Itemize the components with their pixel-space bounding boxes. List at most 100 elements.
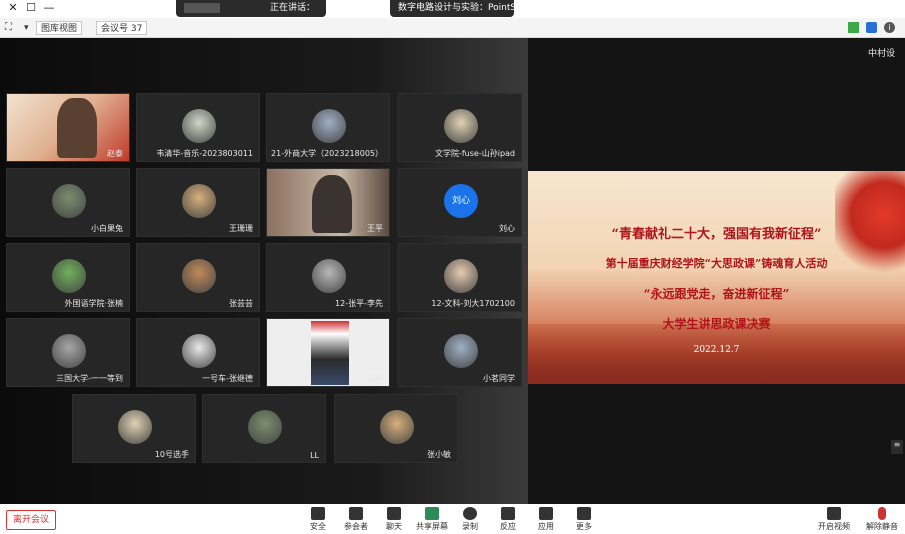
participant-name: 赵平 <box>367 374 383 383</box>
info-icon[interactable]: i <box>884 22 895 33</box>
toolbar-button-label: 安全 <box>310 522 326 531</box>
participant-tile[interactable]: 一号车-张继德 <box>136 318 260 387</box>
participant-name: 赵泰 <box>107 149 123 158</box>
participant-tile[interactable]: 外国语学院·张楠 <box>6 243 130 312</box>
participant-tile[interactable]: 王平 <box>266 168 390 237</box>
participant-name: 21-外商大学（2023218005） <box>271 149 383 158</box>
participant-name: 小白果兔 <box>91 224 123 233</box>
participants-icon <box>349 507 363 520</box>
participant-name: 三国大学-一一等到 <box>56 374 123 383</box>
unmute-button[interactable]: 解除静音 <box>864 507 900 533</box>
participant-tile[interactable]: 21-外商大学（2023218005） <box>266 93 390 162</box>
slide-date: 2022.12.7 <box>693 345 740 355</box>
participant-name: 王珊珊 <box>229 224 253 233</box>
maximize-window-icon[interactable]: ☐ <box>24 1 38 15</box>
participant-tile[interactable]: 小白果兔 <box>6 168 130 237</box>
participant-tile[interactable]: 赵泰 <box>6 93 130 162</box>
view-mode-label: 图库视图 <box>41 24 78 34</box>
participant-video <box>57 98 97 158</box>
participant-tile[interactable]: 12-张平-李先 <box>266 243 390 312</box>
toolbar-button[interactable]: 应用 <box>528 507 564 533</box>
meeting-id-box[interactable]: 会议号 37 <box>96 21 148 35</box>
participant-avatar <box>52 334 86 368</box>
participant-name: 韦清华-音乐-2023803011 <box>156 149 253 158</box>
participant-name: 小茗同学 <box>483 374 515 383</box>
minimize-window-icon[interactable]: — <box>42 1 56 15</box>
unmute-label: 解除静音 <box>866 522 898 531</box>
participant-name: 张芸芸 <box>229 299 253 308</box>
participant-tile[interactable]: 韦清华-音乐-2023803011 <box>136 93 260 162</box>
start-video-button[interactable]: 开启视频 <box>816 507 852 533</box>
participant-tile[interactable]: 张小敏 <box>334 394 458 463</box>
title-bar: ✕ ☐ — 正在讲话： 数字电路设计与实验：PointSketch 比赛直播 <box>0 0 905 18</box>
participant-tile[interactable]: 张芸芸 <box>136 243 260 312</box>
slide-title-2: 第十届重庆财经学院“大思政课”铸魂育人活动 <box>605 257 828 270</box>
participant-tile[interactable]: 文学院-fuse-山孙ipad <box>398 93 522 162</box>
participant-avatar <box>248 410 282 444</box>
participant-avatar <box>118 410 152 444</box>
speaker-indicator: 正在讲话： <box>176 0 326 17</box>
video-off-icon <box>827 507 841 520</box>
more-icon <box>577 507 591 520</box>
participant-avatar <box>182 259 216 293</box>
participant-tile[interactable]: 王珊珊 <box>136 168 260 237</box>
gallery-view: 赵泰 韦清华-音乐-2023803011 21-外商大学（2023218005） 文学… <box>0 38 536 504</box>
participant-avatar <box>312 109 346 143</box>
meeting-id-label: 会议号 37 <box>101 24 143 34</box>
participant-tile[interactable]: LL <box>202 394 326 463</box>
close-window-icon[interactable]: ✕ <box>6 1 20 15</box>
participant-avatar <box>444 259 478 293</box>
participant-tile[interactable]: 小茗同学 <box>398 318 522 387</box>
share-header-label: 中村设 <box>867 49 895 59</box>
participant-name: 张小敏 <box>427 450 451 459</box>
meeting-title-pill[interactable]: 数字电路设计与实验：PointSketch 比赛直播 <box>390 0 514 17</box>
participant-video <box>312 175 352 233</box>
view-mode-button[interactable]: 图库视图 <box>36 21 83 35</box>
participant-name: 文学院-fuse-山孙ipad <box>434 149 515 158</box>
participant-avatar <box>444 109 478 143</box>
apps-icon <box>539 507 553 520</box>
participant-tile[interactable]: 10号选手 <box>72 394 196 463</box>
participant-avatar <box>52 184 86 218</box>
speaker-thumbnail <box>184 2 220 13</box>
participant-tile[interactable]: 刘心 刘心 <box>398 168 522 237</box>
participant-avatar <box>312 259 346 293</box>
participant-tile[interactable]: 三国大学-一一等到 <box>6 318 130 387</box>
record-icon <box>463 507 477 520</box>
participant-tile[interactable]: 12-文科-刘大1702100 <box>398 243 522 312</box>
participant-name: 10号选手 <box>154 450 189 459</box>
view-dropdown-icon[interactable]: ▾ <box>24 21 29 35</box>
meeting-title: 数字电路设计与实验：PointSketch 比赛直播 <box>398 3 514 13</box>
toolbar-button[interactable]: 更多 <box>566 507 602 533</box>
shield-icon[interactable] <box>866 22 877 33</box>
signal-icon[interactable] <box>848 22 859 33</box>
toolbar-button[interactable]: 安全 <box>300 507 336 533</box>
speaker-label: 正在讲话： <box>270 3 316 13</box>
participant-avatar <box>182 184 216 218</box>
participant-tile[interactable]: 赵平 <box>266 318 390 387</box>
participant-avatar: 刘心 <box>444 184 478 218</box>
view-toolbar: ⛶ ▾ 图库视图 会议号 37 i <box>0 18 905 38</box>
participant-avatar <box>182 334 216 368</box>
toolbar-button-label: 参会者 <box>344 522 368 531</box>
toolbar-button-label: 应用 <box>538 522 554 531</box>
toolbar-button[interactable]: 参会者 <box>338 507 374 533</box>
shared-slide: “青春献礼二十大，强国有我新征程” 第十届重庆财经学院“大思政课”铸魂育人活动 … <box>528 171 905 384</box>
leave-meeting-button[interactable]: 离开会议 <box>6 510 56 530</box>
participant-name: 12-文科-刘大1702100 <box>431 299 515 308</box>
participant-name: 刘心 <box>499 224 515 233</box>
toolbar-button[interactable]: 反应 <box>490 507 526 533</box>
fullscreen-icon[interactable]: ⛶ <box>5 21 12 35</box>
participant-avatar <box>182 109 216 143</box>
toolbar-button[interactable]: 录制 <box>452 507 488 533</box>
toolbar-button[interactable]: 聊天 <box>376 507 412 533</box>
start-video-label: 开启视频 <box>818 522 850 531</box>
chat-icon <box>387 507 401 520</box>
participant-avatar <box>444 334 478 368</box>
shield-icon <box>311 507 325 520</box>
slide-title-3: “永远跟党走，奋进新征程” <box>643 287 790 301</box>
toolbar-button[interactable]: 共享屏幕 <box>414 507 450 533</box>
participant-name: LL <box>310 451 319 460</box>
panel-menu-icon[interactable]: ≡ <box>891 440 903 454</box>
toolbar-button-label: 反应 <box>500 522 516 531</box>
